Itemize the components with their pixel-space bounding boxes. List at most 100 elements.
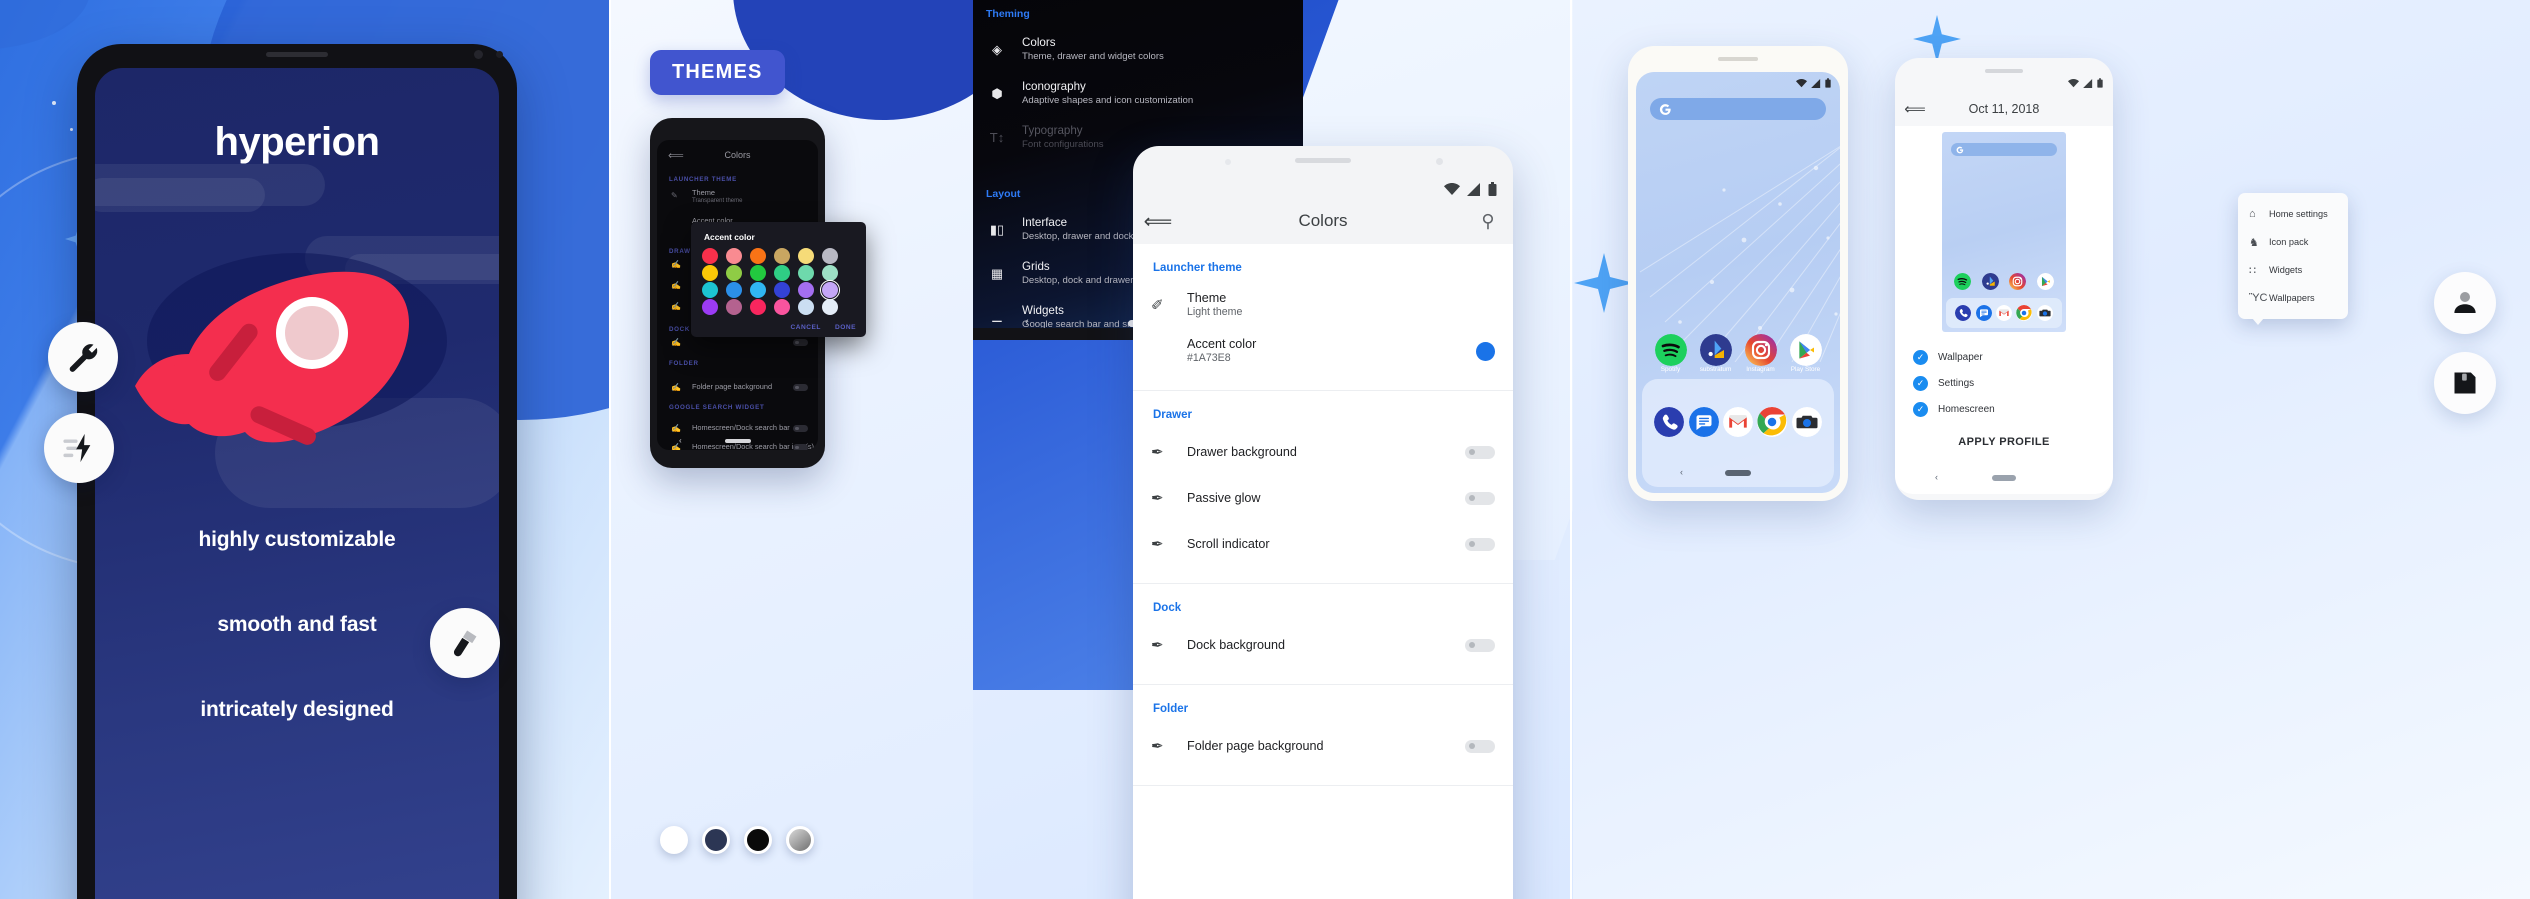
settings-row[interactable]: ✒ Drawer background (1133, 429, 1513, 475)
profile-check-list[interactable]: ✓ Wallpaper ✓ Settings ✓ Homescreen (1895, 344, 2113, 422)
settings-row[interactable]: ✒ Scroll indicator (1133, 521, 1513, 567)
profile-check-row[interactable]: ✓ Wallpaper (1895, 344, 2113, 370)
color-swatch[interactable] (798, 265, 814, 281)
dark-item-interface-title[interactable]: Interface (1022, 216, 1067, 229)
color-swatch[interactable] (798, 248, 814, 264)
save-fab[interactable] (2434, 352, 2496, 414)
popup-menu-item[interactable]: ♞ Icon pack (2238, 228, 2348, 256)
home-long-press-menu[interactable]: ⌂ Home settings ♞ Icon pack ∷ Widgets ὛC Wallpa… (2238, 193, 2348, 319)
color-swatch[interactable] (750, 248, 766, 264)
nav-home-pill[interactable] (1725, 470, 1751, 476)
search-icon[interactable]: ⚲ (1463, 211, 1513, 232)
color-swatch[interactable] (702, 248, 718, 264)
settings-toggle[interactable] (1465, 537, 1495, 551)
dock-background-toggle[interactable] (793, 339, 808, 346)
home-dock-row[interactable] (1642, 407, 1834, 437)
color-swatch[interactable] (798, 299, 814, 315)
color-swatch[interactable] (702, 299, 718, 315)
messages-icon[interactable] (1688, 407, 1719, 437)
play-store-icon[interactable] (1789, 334, 1822, 366)
color-swatch[interactable] (819, 279, 841, 301)
theme-swatch-row[interactable] (660, 826, 814, 854)
gmail-icon[interactable] (1995, 305, 2012, 321)
color-swatch[interactable] (726, 265, 742, 281)
settings-toggle[interactable] (1465, 739, 1495, 753)
settings-row[interactable]: ✒ Folder page background (1133, 723, 1513, 769)
back-arrow-icon[interactable]: ⟸ (1895, 100, 1935, 118)
row-home-dock-search-bar[interactable]: Homescreen/Dock search bar (692, 423, 790, 432)
chrome-icon[interactable] (1757, 407, 1788, 437)
instagram-icon[interactable] (1744, 334, 1777, 366)
color-swatch-grid[interactable] (702, 248, 846, 316)
settings-toggle[interactable] (1465, 638, 1495, 652)
check-icon[interactable]: ✓ (1913, 349, 1928, 365)
nav-home-pill[interactable] (1992, 475, 2016, 481)
profile-check-row[interactable]: ✓ Settings (1895, 370, 2113, 396)
check-icon[interactable]: ✓ (1913, 375, 1928, 391)
profile-check-row[interactable]: ✓ Homescreen (1895, 396, 2113, 422)
theme-color-swatch[interactable] (702, 826, 730, 854)
back-arrow-icon[interactable]: ⟸ (1133, 209, 1183, 234)
messages-icon[interactable] (1975, 305, 1992, 321)
theme-color-swatch[interactable] (786, 826, 814, 854)
spotify-icon[interactable] (1654, 334, 1687, 366)
substratum-icon[interactable] (1981, 273, 1999, 290)
popup-menu-item[interactable]: ὛC Wallpapers (2238, 284, 2348, 312)
color-swatch[interactable] (726, 248, 742, 264)
nav-home-pill[interactable] (724, 439, 751, 443)
google-search-bar[interactable] (1650, 98, 1826, 120)
dark-item-grids-title[interactable]: Grids (1022, 260, 1050, 273)
settings-row[interactable]: ✐ Theme Light theme (1133, 282, 1513, 328)
apply-profile-button[interactable]: APPLY PROFILE (1895, 436, 2113, 448)
popup-menu-item[interactable]: ∷ Widgets (2238, 256, 2348, 284)
color-swatch[interactable] (702, 265, 718, 281)
nav-back-icon[interactable]: ‹ (1935, 472, 1938, 482)
theme-color-swatch[interactable] (660, 826, 688, 854)
color-swatch[interactable] (822, 299, 838, 315)
color-swatch[interactable] (774, 248, 790, 264)
chrome-icon[interactable] (2016, 305, 2033, 321)
substratum-icon[interactable] (1699, 334, 1732, 366)
row-theme-title[interactable]: Theme (692, 188, 715, 197)
color-swatch[interactable] (774, 265, 790, 281)
settings-row[interactable]: ✒ Passive glow (1133, 475, 1513, 521)
settings-toggle[interactable] (1465, 445, 1495, 459)
color-swatch[interactable] (702, 282, 718, 298)
folder-page-bg-toggle[interactable] (793, 384, 808, 391)
phone-icon[interactable] (1955, 305, 1972, 321)
camera-icon[interactable] (1791, 407, 1822, 437)
color-swatch[interactable] (798, 282, 814, 298)
color-swatch[interactable] (822, 248, 838, 264)
color-swatch[interactable] (726, 299, 742, 315)
color-swatch[interactable] (774, 299, 790, 315)
color-swatch[interactable] (750, 299, 766, 315)
instagram-icon[interactable] (2009, 273, 2027, 290)
dark-item-typography-title[interactable]: Typography (1022, 124, 1083, 137)
cancel-button[interactable]: CANCEL (790, 324, 820, 331)
home-app-item[interactable]: Instagram (1738, 334, 1783, 373)
home-app-item[interactable]: substratum (1693, 334, 1738, 373)
dark-item-colors-title[interactable]: Colors (1022, 36, 1056, 49)
camera-icon[interactable] (2036, 305, 2053, 321)
color-swatch[interactable] (726, 282, 742, 298)
check-icon[interactable]: ✓ (1913, 401, 1928, 417)
color-swatch[interactable] (774, 282, 790, 298)
phone-icon[interactable] (1654, 407, 1685, 437)
profile-preview-thumbnail[interactable] (1942, 132, 2066, 332)
popup-menu-item[interactable]: ⌂ Home settings (2238, 200, 2348, 228)
home-app-item[interactable]: Spotify (1648, 334, 1693, 373)
home-app-item[interactable]: Play Store (1783, 334, 1828, 373)
settings-row[interactable]: Accent color #1A73E8 (1133, 328, 1513, 374)
gmail-icon[interactable] (1722, 407, 1753, 437)
home-app-row[interactable]: Spotify substratum Instagram Play Store (1636, 334, 1840, 373)
home-dock-search-bar-toggle[interactable] (793, 425, 808, 432)
settings-toggle[interactable] (1465, 491, 1495, 505)
theme-color-swatch[interactable] (744, 826, 772, 854)
spotify-icon[interactable] (1954, 273, 1972, 290)
nav-back-icon[interactable]: ‹ (679, 436, 682, 445)
nav-back-icon[interactable]: ‹ (1680, 467, 1683, 477)
done-button[interactable]: DONE (835, 324, 856, 331)
color-swatch[interactable] (822, 265, 838, 281)
color-swatch[interactable] (750, 282, 766, 298)
row-folder-page-bg[interactable]: Folder page background (692, 382, 772, 391)
